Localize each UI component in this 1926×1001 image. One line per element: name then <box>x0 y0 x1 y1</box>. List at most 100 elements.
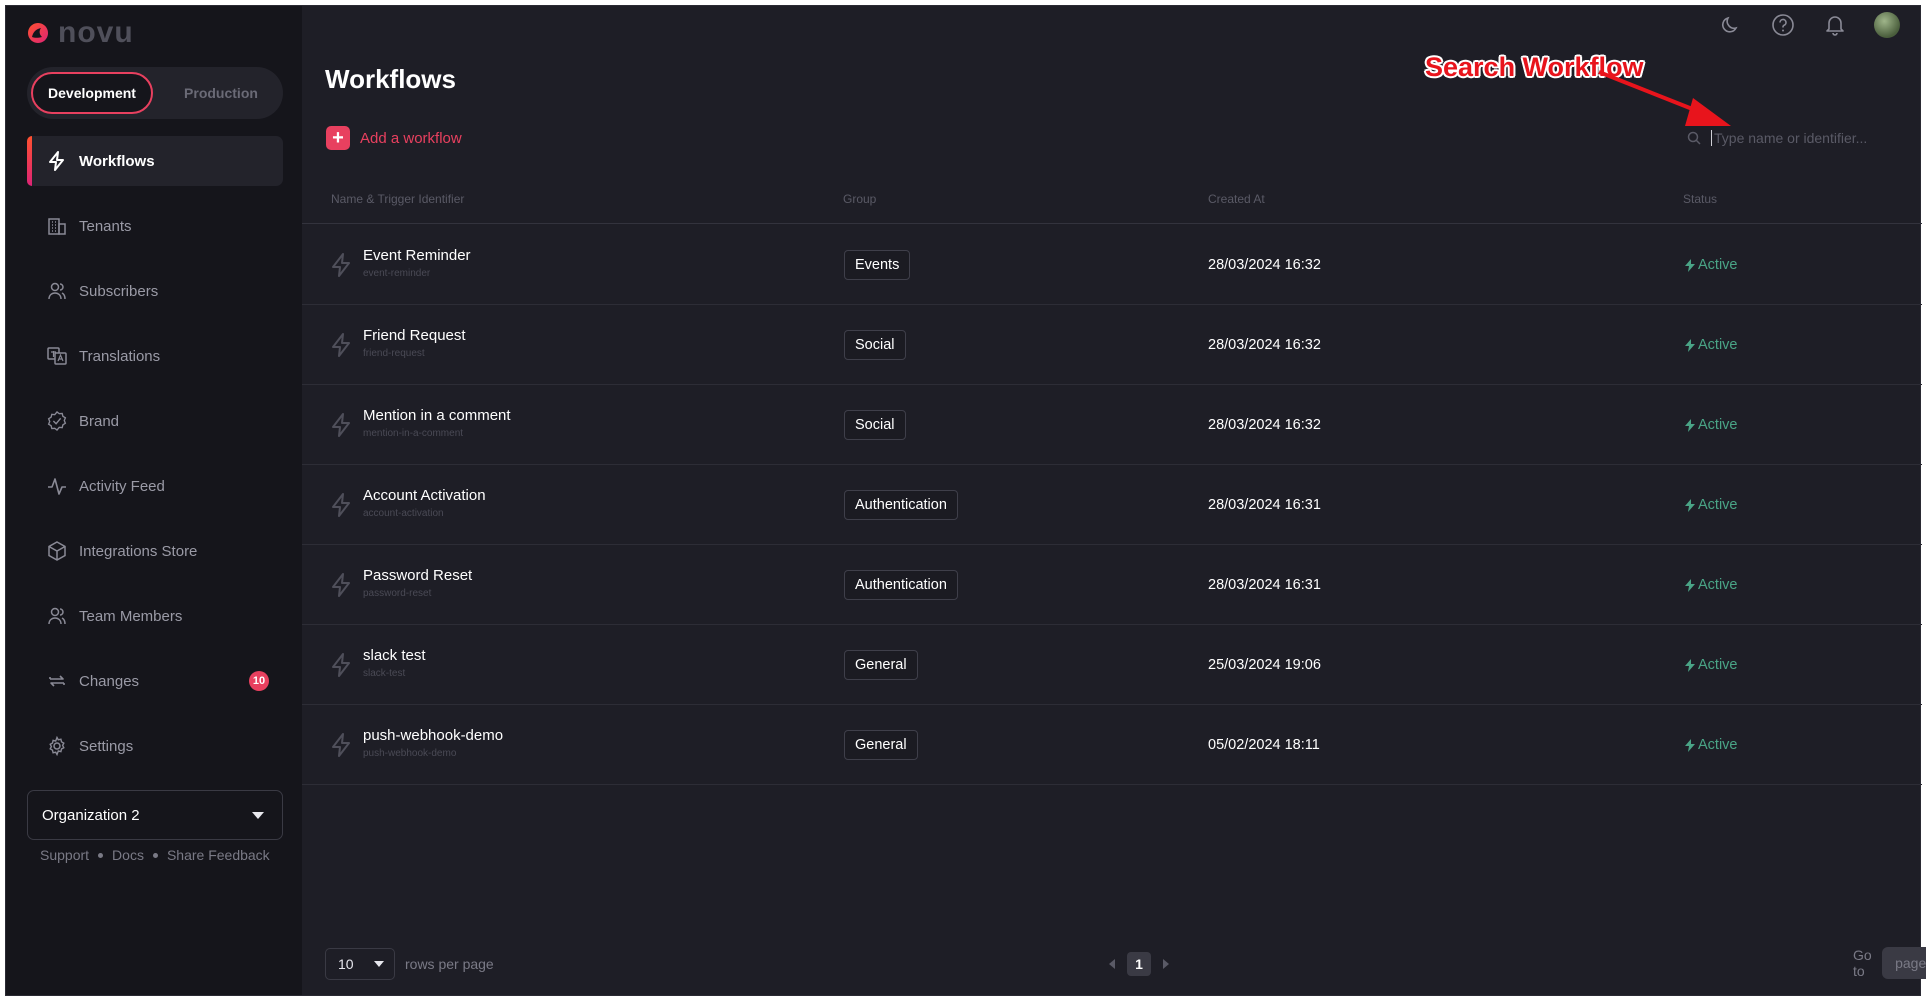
search-input[interactable] <box>1711 130 1881 146</box>
chevron-right-icon[interactable] <box>1163 959 1169 969</box>
status-badge: Active <box>1685 577 1738 593</box>
created-at: 28/03/2024 16:32 <box>1208 257 1321 273</box>
page-title: Workflows <box>325 64 456 94</box>
bolt-icon <box>1685 738 1695 752</box>
rows-per-page-label: rows per page <box>405 956 494 972</box>
bolt-icon <box>1685 498 1695 512</box>
organization-name: Organization 2 <box>42 806 140 824</box>
sidebar-item-label: Changes <box>79 672 140 690</box>
bolt-icon <box>332 413 350 437</box>
brand-name: novu <box>58 16 134 49</box>
activity-icon <box>47 476 67 496</box>
table-row[interactable]: Account Activation account-activation Au… <box>302 465 1922 545</box>
created-at: 28/03/2024 16:31 <box>1208 577 1321 593</box>
plus-icon: + <box>326 126 350 150</box>
table-row[interactable]: push-webhook-demo push-webhook-demo Gene… <box>302 705 1922 785</box>
sidebar-item-subscribers[interactable]: Subscribers <box>27 266 283 316</box>
table-row[interactable]: Event Reminder event-reminder Events 28/… <box>302 225 1922 305</box>
workflow-name: push-webhook-demo <box>363 727 504 744</box>
goto-label: Go to <box>1853 947 1872 979</box>
sidebar-item-label: Integrations Store <box>79 542 198 560</box>
share-feedback-link[interactable]: Share Feedback <box>167 847 270 863</box>
sidebar-item-changes[interactable]: Changes 10 <box>27 656 283 706</box>
sidebar-item-tenants[interactable]: Tenants <box>27 201 283 251</box>
sidebar-item-workflows[interactable]: Workflows <box>27 136 283 186</box>
add-workflow-label: Add a workflow <box>360 129 462 147</box>
status-badge: Active <box>1685 657 1738 673</box>
sync-icon <box>47 671 67 691</box>
building-icon <box>47 216 67 236</box>
environment-switch: Development Production <box>27 67 283 119</box>
translate-icon <box>47 346 67 366</box>
table-row[interactable]: slack test slack-test General 25/03/2024… <box>302 625 1922 705</box>
sidebar-footer-links: Support Docs Share Feedback <box>40 847 270 863</box>
env-development-button[interactable]: Development <box>31 72 153 114</box>
organization-select[interactable]: Organization 2 <box>27 790 283 840</box>
group-badge: Social <box>844 330 906 360</box>
sidebar-item-label: Brand <box>79 412 120 430</box>
env-production-button[interactable]: Production <box>163 72 279 114</box>
app-window: novu Development Production Workflows Te… <box>5 5 1926 996</box>
sidebar-item-activity-feed[interactable]: Activity Feed <box>27 461 283 511</box>
workflow-name: Account Activation <box>363 487 486 504</box>
avatar[interactable] <box>1874 12 1900 38</box>
add-workflow-button[interactable]: + Add a workflow <box>326 126 462 150</box>
chevron-down-icon <box>252 811 264 819</box>
column-header-group: Group <box>843 192 877 206</box>
sidebar-item-label: Translations <box>79 347 161 365</box>
novu-logo-icon <box>28 23 49 43</box>
workflow-identifier: slack-test <box>363 668 406 679</box>
chevron-left-icon[interactable] <box>1109 959 1115 969</box>
header-toolbar <box>1718 12 1900 38</box>
docs-link[interactable]: Docs <box>112 847 144 863</box>
rows-per-page-select[interactable]: 10 <box>325 948 395 980</box>
table-row[interactable]: Mention in a comment mention-in-a-commen… <box>302 385 1922 465</box>
group-badge: Authentication <box>844 490 958 520</box>
status-badge: Active <box>1685 337 1738 353</box>
workflow-identifier: push-webhook-demo <box>363 748 457 759</box>
bolt-icon <box>47 151 67 171</box>
status-badge: Active <box>1685 737 1738 753</box>
rows-per-page-value: 10 <box>338 956 354 972</box>
search-box <box>1687 130 1881 146</box>
bolt-icon <box>332 653 350 677</box>
page-number-button[interactable]: 1 <box>1127 952 1151 976</box>
bolt-icon <box>332 253 350 277</box>
pagination: 1 <box>1109 952 1169 976</box>
moon-icon[interactable] <box>1718 12 1744 38</box>
bolt-icon <box>1685 658 1695 672</box>
group-badge: Events <box>844 250 911 280</box>
workflow-identifier: mention-in-a-comment <box>363 428 464 439</box>
bolt-icon <box>1685 578 1695 592</box>
goto-page-input[interactable] <box>1881 947 1926 979</box>
separator-dot <box>98 852 104 858</box>
created-at: 05/02/2024 18:11 <box>1208 737 1320 753</box>
rows-per-page-control: 10 rows per page <box>325 948 494 980</box>
bolt-icon <box>1685 418 1695 432</box>
sidebar-item-brand[interactable]: Brand <box>27 396 283 446</box>
sidebar: novu Development Production Workflows Te… <box>6 6 302 995</box>
created-at: 25/03/2024 19:06 <box>1208 657 1321 673</box>
main-content: Workflows + Add a workflow Search Workfl… <box>302 6 1926 995</box>
sidebar-item-translations[interactable]: Translations <box>27 331 283 381</box>
brand-logo[interactable]: novu <box>26 16 134 50</box>
column-header-created: Created At <box>1208 192 1265 206</box>
badge-check-icon <box>47 410 67 432</box>
bell-icon[interactable] <box>1822 12 1848 38</box>
sidebar-item-team-members[interactable]: Team Members <box>27 591 283 641</box>
bolt-icon <box>332 493 350 517</box>
support-link[interactable]: Support <box>40 847 89 863</box>
bolt-icon <box>1685 258 1695 272</box>
group-badge: Social <box>844 410 906 440</box>
status-badge: Active <box>1685 257 1738 273</box>
chevron-down-icon <box>374 961 384 967</box>
sidebar-item-settings[interactable]: Settings <box>27 721 283 771</box>
created-at: 28/03/2024 16:31 <box>1208 497 1321 513</box>
created-at: 28/03/2024 16:32 <box>1208 337 1321 353</box>
help-icon[interactable] <box>1770 12 1796 38</box>
sidebar-item-integrations-store[interactable]: Integrations Store <box>27 526 283 576</box>
changes-count-badge: 10 <box>249 671 269 691</box>
table-row[interactable]: Friend Request friend-request Social 28/… <box>302 305 1922 385</box>
table-row[interactable]: Password Reset password-reset Authentica… <box>302 545 1922 625</box>
column-header-status: Status <box>1683 192 1718 206</box>
